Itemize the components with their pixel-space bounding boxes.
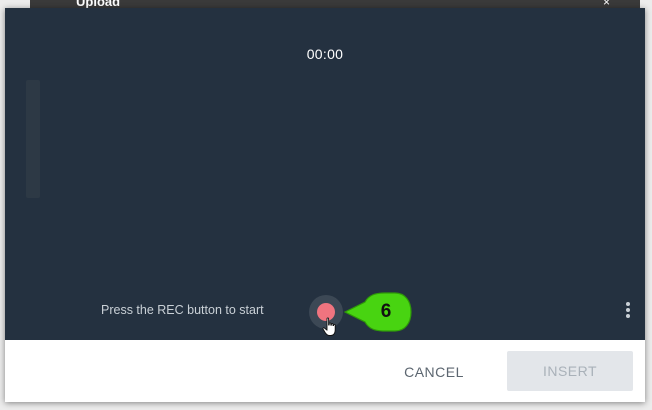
more-vertical-icon[interactable] bbox=[623, 302, 633, 320]
recording-hint: Press the REC button to start bbox=[101, 303, 264, 317]
hand-cursor-icon bbox=[322, 317, 336, 336]
insert-button[interactable]: INSERT bbox=[507, 351, 633, 391]
recording-timer: 00:00 bbox=[306, 46, 344, 62]
audio-level-meter bbox=[26, 80, 40, 198]
dialog-footer: CANCEL INSERT bbox=[5, 340, 645, 402]
recorder-panel: 00:00 Press the REC button to start 6 bbox=[5, 8, 645, 340]
step-number: 6 bbox=[380, 301, 392, 322]
background-dialog-titlebar: Upload × bbox=[30, 0, 640, 9]
audio-recorder-dialog: 00:00 Press the REC button to start 6 CA… bbox=[5, 8, 645, 402]
cancel-button[interactable]: CANCEL bbox=[390, 352, 478, 392]
